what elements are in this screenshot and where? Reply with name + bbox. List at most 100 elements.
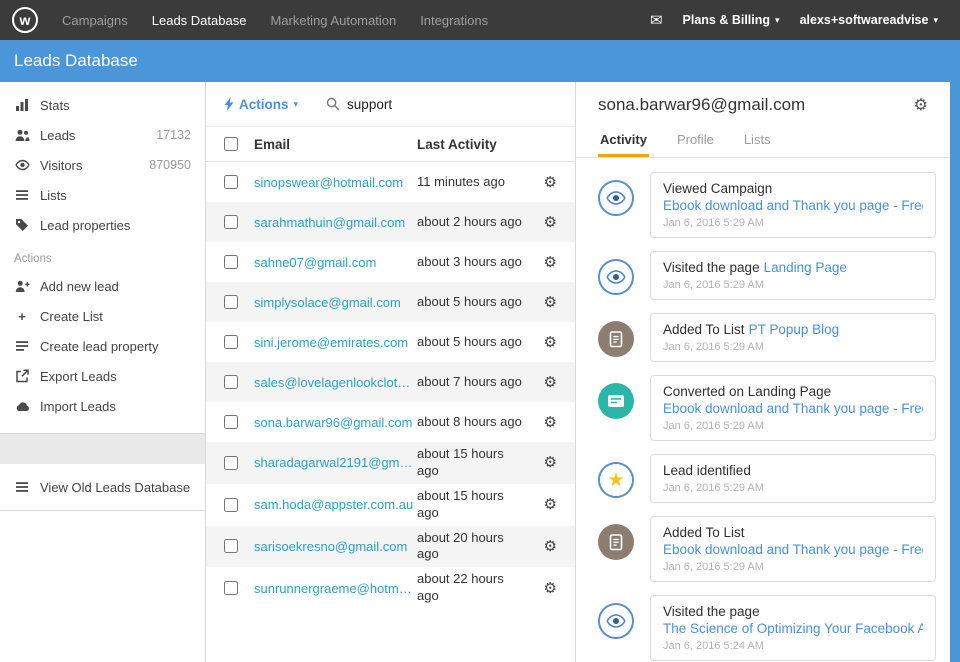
mail-icon[interactable]: ✉	[650, 11, 663, 29]
caret-down-icon: ▾	[933, 15, 938, 26]
row-gear-icon[interactable]: ⚙	[544, 581, 557, 596]
row-checkbox[interactable]	[224, 175, 238, 189]
sidebar-item-lists[interactable]: Lists	[0, 180, 205, 210]
row-gear-icon[interactable]: ⚙	[544, 539, 557, 554]
lead-row[interactable]: sarisoekresno@gmail.com about 20 hours a…	[206, 526, 575, 568]
row-checkbox[interactable]	[224, 539, 238, 553]
activity-inline-link[interactable]: PT Popup Blog	[749, 322, 840, 337]
sidebar-item-add-new-lead[interactable]: Add new lead	[0, 271, 205, 301]
lead-email-link[interactable]: sarahmathuin@gmail.com	[254, 215, 417, 230]
sidebar-item-create-list[interactable]: + Create List	[0, 301, 205, 331]
activity-item: Visited the page The Science of Optimizi…	[598, 595, 936, 661]
sidebar-item-create-lead-property[interactable]: Create lead property	[0, 331, 205, 361]
stats-icon	[14, 97, 30, 113]
nav-marketing-automation[interactable]: Marketing Automation	[258, 13, 408, 28]
lead-row[interactable]: sunrunnergraeme@hotmail.com about 22 hou…	[206, 567, 575, 609]
activity-link[interactable]: The Science of Optimizing Your Facebook …	[663, 621, 923, 636]
lead-email-link[interactable]: sam.hoda@appster.com.au	[254, 497, 417, 512]
lead-email-link[interactable]: simplysolace@gmail.com	[254, 295, 417, 310]
detail-tabs: Activity Profile Lists	[576, 124, 950, 158]
sidebar-item-export-leads[interactable]: Export Leads	[0, 361, 205, 391]
lead-row[interactable]: sarahmathuin@gmail.com about 2 hours ago…	[206, 202, 575, 242]
row-checkbox[interactable]	[224, 375, 238, 389]
activity-date: Jan 6, 2016 5:29 AM	[663, 420, 923, 432]
activity-item: Viewed Campaign Ebook download and Thank…	[598, 172, 936, 238]
lead-email-link[interactable]: sales@lovelagenlookclothing.co…	[254, 375, 417, 390]
sidebar-item-visitors[interactable]: Visitors 870950	[0, 150, 205, 180]
row-checkbox[interactable]	[224, 255, 238, 269]
tab-activity[interactable]: Activity	[598, 124, 649, 157]
lead-email-link[interactable]: sunrunnergraeme@hotmail.com	[254, 581, 417, 596]
lead-row[interactable]: sini.jerome@emirates.com about 5 hours a…	[206, 322, 575, 362]
nav-leads-database[interactable]: Leads Database	[140, 13, 259, 28]
sidebar-item-label: View Old Leads Database	[40, 480, 190, 495]
form-icon	[598, 383, 634, 419]
row-gear-icon[interactable]: ⚙	[544, 455, 557, 470]
sidebar-item-count: 870950	[149, 158, 191, 172]
lead-email-link[interactable]: sharadagarwal2191@gmail.com	[254, 455, 417, 470]
row-checkbox[interactable]	[224, 498, 238, 512]
nav-integrations[interactable]: Integrations	[408, 13, 500, 28]
tab-profile[interactable]: Profile	[675, 124, 716, 157]
activity-link[interactable]: Ebook download and Thank you page - Free…	[663, 401, 923, 416]
sidebar-item-view-old-leads-database[interactable]: View Old Leads Database	[0, 472, 205, 502]
lead-row[interactable]: sahne07@gmail.com about 3 hours ago ⚙	[206, 242, 575, 282]
activity-feed: Viewed Campaign Ebook download and Thank…	[576, 158, 950, 662]
row-checkbox[interactable]	[224, 295, 238, 309]
old-database-icon	[14, 479, 30, 495]
actions-dropdown-button[interactable]: Actions ▾	[224, 97, 298, 112]
row-checkbox[interactable]	[224, 581, 238, 595]
sidebar-item-lead-properties[interactable]: Lead properties	[0, 210, 205, 240]
lead-email-link[interactable]: sahne07@gmail.com	[254, 255, 417, 270]
nav-campaigns[interactable]: Campaigns	[50, 13, 140, 28]
sidebar-item-import-leads[interactable]: Import Leads	[0, 391, 205, 421]
sidebar-item-label: Lists	[40, 188, 67, 203]
row-gear-icon[interactable]: ⚙	[544, 255, 557, 270]
row-gear-icon[interactable]: ⚙	[544, 175, 557, 190]
add-user-icon	[14, 278, 30, 294]
sidebar-item-stats[interactable]: Stats	[0, 90, 205, 120]
last-activity-text: about 7 hours ago	[417, 374, 523, 391]
wishpond-logo[interactable]: w	[12, 7, 38, 33]
list-icon	[14, 338, 30, 354]
right-scrollbar[interactable]	[950, 82, 960, 662]
search-input[interactable]	[347, 97, 497, 112]
top-navbar: w Campaigns Leads Database Marketing Aut…	[0, 0, 960, 40]
star-icon: ★	[598, 462, 634, 498]
search-box	[326, 97, 497, 112]
search-icon	[326, 97, 340, 111]
row-checkbox[interactable]	[224, 456, 238, 470]
activity-link[interactable]: Ebook download and Thank you page - Free…	[663, 542, 923, 557]
leads-table-header: Email Last Activity	[206, 126, 575, 162]
row-gear-icon[interactable]: ⚙	[544, 375, 557, 390]
lead-email-link[interactable]: sona.barwar96@gmail.com	[254, 415, 417, 430]
sidebar-item-label: Add new lead	[40, 279, 119, 294]
row-gear-icon[interactable]: ⚙	[544, 497, 557, 512]
lead-settings-gear-icon[interactable]: ⚙	[904, 95, 928, 115]
activity-link[interactable]: Ebook download and Thank you page - Free…	[663, 198, 923, 213]
lead-email-link[interactable]: sini.jerome@emirates.com	[254, 335, 417, 350]
lead-row[interactable]: sona.barwar96@gmail.com about 8 hours ag…	[206, 402, 575, 442]
row-checkbox[interactable]	[224, 415, 238, 429]
lead-row[interactable]: sharadagarwal2191@gmail.com about 15 hou…	[206, 442, 575, 484]
main-content: Stats Leads 17132 Visitors 870950 Lists	[0, 82, 960, 662]
row-checkbox[interactable]	[224, 215, 238, 229]
lead-row[interactable]: simplysolace@gmail.com about 5 hours ago…	[206, 282, 575, 322]
row-checkbox[interactable]	[224, 335, 238, 349]
account-menu[interactable]: alexs+softwareadvise▾	[790, 13, 948, 27]
sidebar-item-leads[interactable]: Leads 17132	[0, 120, 205, 150]
plans-billing-menu[interactable]: Plans & Billing▾	[673, 13, 790, 27]
row-gear-icon[interactable]: ⚙	[544, 335, 557, 350]
row-gear-icon[interactable]: ⚙	[544, 415, 557, 430]
lead-row[interactable]: sam.hoda@appster.com.au about 15 hours a…	[206, 484, 575, 526]
lead-row[interactable]: sinopswear@hotmail.com 11 minutes ago ⚙	[206, 162, 575, 202]
lead-row[interactable]: sales@lovelagenlookclothing.co… about 7 …	[206, 362, 575, 402]
activity-card: Viewed Campaign Ebook download and Thank…	[650, 172, 936, 238]
lead-email-link[interactable]: sinopswear@hotmail.com	[254, 175, 417, 190]
lead-email-link[interactable]: sarisoekresno@gmail.com	[254, 539, 417, 554]
select-all-checkbox[interactable]	[224, 137, 238, 151]
activity-inline-link[interactable]: Landing Page	[764, 260, 847, 275]
row-gear-icon[interactable]: ⚙	[544, 215, 557, 230]
row-gear-icon[interactable]: ⚙	[544, 295, 557, 310]
tab-lists[interactable]: Lists	[742, 124, 773, 157]
